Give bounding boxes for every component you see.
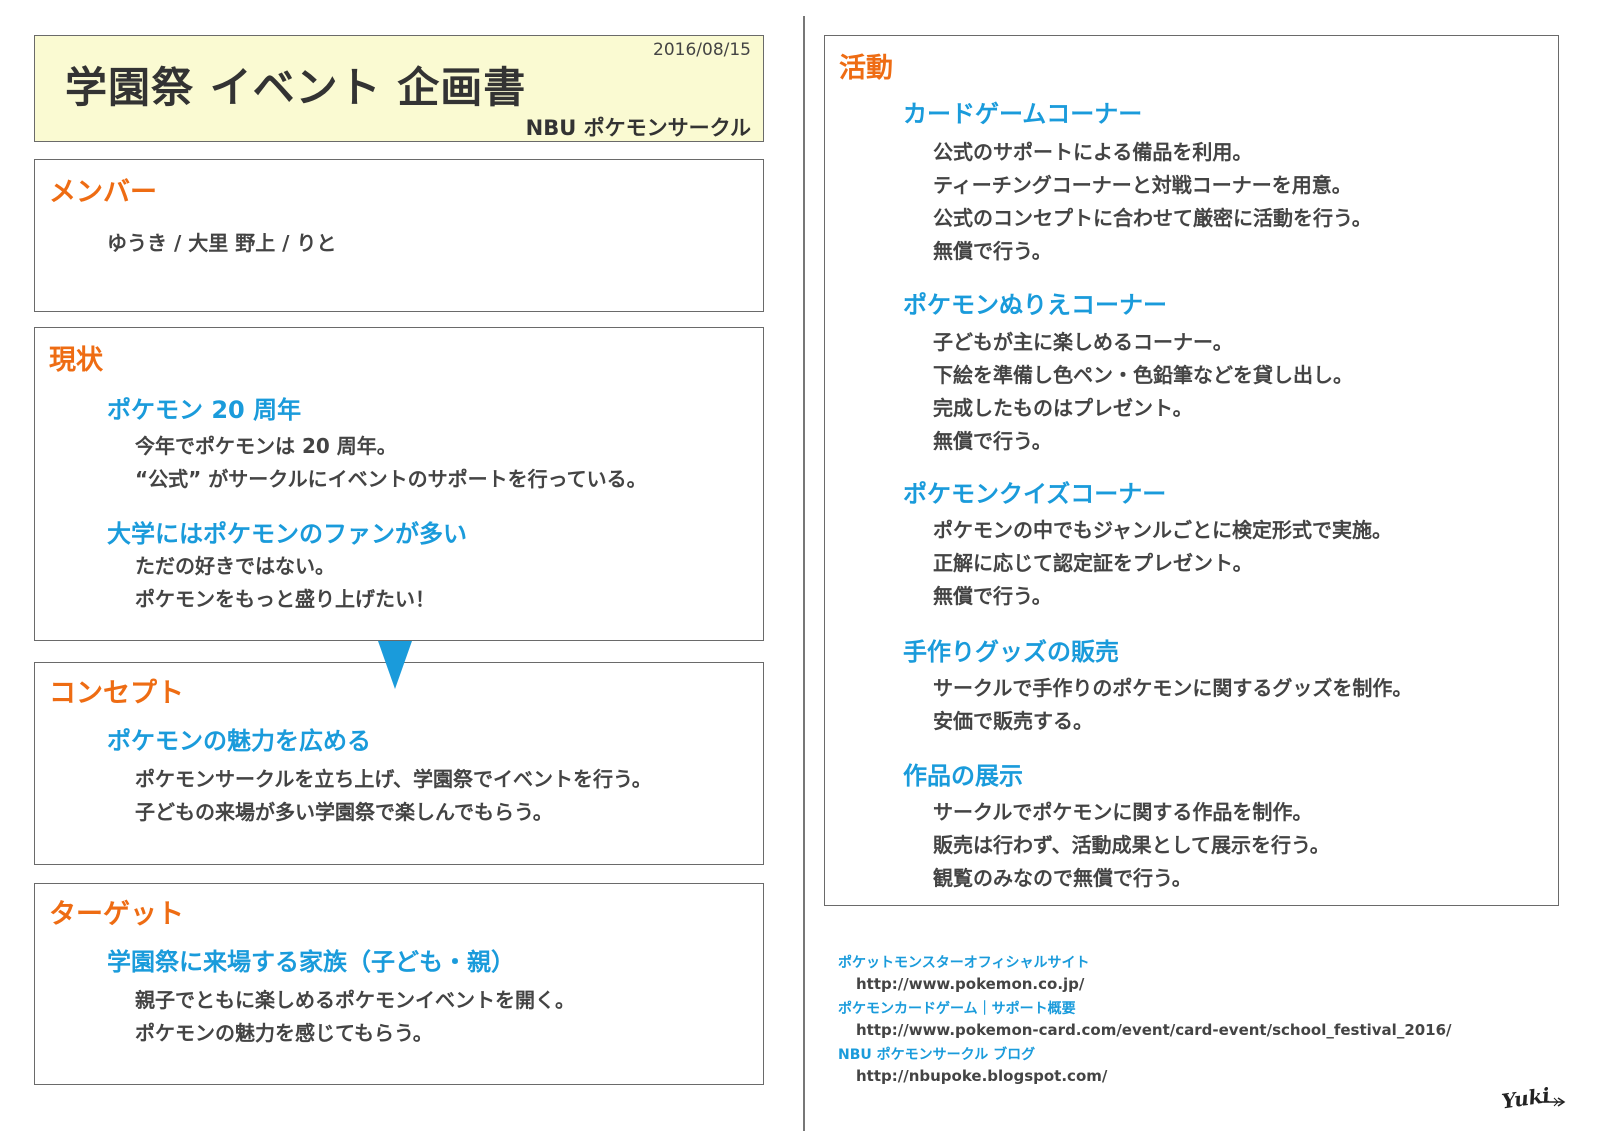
status-line: 今年でポケモンは 20 周年。 [135, 434, 397, 458]
title-box: 学園祭 イベント 企画書 2016/08/15 NBU ポケモンサークル [34, 35, 764, 142]
activities-section: 活動 カードゲームコーナー 公式のサポートによる備品を利用。 ティーチングコーナ… [824, 35, 1559, 906]
members-section: メンバー ゆうき / 大里 野上 / りと [34, 159, 764, 312]
activity-line: 公式のサポートによる備品を利用。 [933, 140, 1253, 164]
organization-name: NBU ポケモンサークル [525, 116, 751, 140]
concept-line: ポケモンサークルを立ち上げ、学園祭でイベントを行う。 [135, 767, 652, 791]
status-line: ポケモンをもっと盛り上げたい！ [135, 587, 435, 611]
reference-title: NBU ポケモンサークル ブログ [838, 1047, 1036, 1063]
activity-line: サークルで手作りのポケモンに関するグッズを制作。 [933, 676, 1413, 700]
status-title: 現状 [49, 345, 103, 376]
target-section: ターゲット 学園祭に来場する家族（子ども・親） 親子でともに楽しめるポケモンイベ… [34, 883, 764, 1085]
activity-heading-exhibit: 作品の展示 [903, 762, 1023, 790]
activity-heading-card-game: カードゲームコーナー [903, 100, 1143, 128]
target-heading: 学園祭に来場する家族（子ども・親） [107, 948, 515, 976]
status-heading-anniversary: ポケモン 20 周年 [107, 396, 302, 424]
activity-line: 完成したものはプレゼント。 [933, 396, 1193, 420]
activity-line: 正解に応じて認定証をプレゼント。 [933, 551, 1253, 575]
target-title: ターゲット [49, 899, 184, 930]
reference-url[interactable]: http://nbupoke.blogspot.com/ [856, 1067, 1107, 1085]
document-date: 2016/08/15 [653, 40, 751, 60]
target-line: ポケモンの魅力を感じてもらう。 [135, 1021, 433, 1045]
reference-title: ポケモンカードゲーム｜サポート概要 [838, 1001, 1076, 1017]
signature-text: Yuki [1500, 1083, 1551, 1114]
members-list: ゆうき / 大里 野上 / りと [107, 231, 337, 255]
activity-line: 無償で行う。 [933, 239, 1052, 263]
activities-title: 活動 [839, 53, 893, 84]
activity-heading-coloring: ポケモンぬりえコーナー [903, 291, 1167, 319]
activity-line: サークルでポケモンに関する作品を制作。 [933, 800, 1313, 824]
column-divider [803, 16, 805, 1131]
concept-line: 子どもの来場が多い学園祭で楽しんでもらう。 [135, 800, 553, 824]
members-title: メンバー [49, 177, 157, 208]
activity-heading-quiz: ポケモンクイズコーナー [903, 480, 1167, 508]
activity-line: 子どもが主に楽しめるコーナー。 [933, 330, 1233, 354]
concept-heading: ポケモンの魅力を広める [107, 727, 371, 755]
activity-line: 販売は行わず、活動成果として展示を行う。 [933, 833, 1330, 857]
flow-arrow-icon [378, 641, 412, 689]
status-section: 現状 ポケモン 20 周年 今年でポケモンは 20 周年。 “公式” がサークル… [34, 327, 764, 641]
signature-mark: Yuki [1500, 1083, 1566, 1114]
reference-url[interactable]: http://www.pokemon.co.jp/ [856, 975, 1084, 993]
page-title: 学園祭 イベント 企画書 [65, 63, 527, 112]
status-line: ただの好きではない。 [135, 554, 335, 578]
concept-section: コンセプト ポケモンの魅力を広める ポケモンサークルを立ち上げ、学園祭でイベント… [34, 662, 764, 865]
reference-title: ポケットモンスターオフィシャルサイト [838, 955, 1090, 971]
activity-line: 下絵を準備し色ペン・色鉛筆などを貸し出し。 [933, 363, 1353, 387]
target-line: 親子でともに楽しめるポケモンイベントを開く。 [135, 988, 575, 1012]
status-heading-fans: 大学にはポケモンのファンが多い [107, 520, 467, 548]
activity-line: 安価で販売する。 [933, 709, 1093, 733]
concept-title: コンセプト [49, 678, 184, 709]
status-line: “公式” がサークルにイベントのサポートを行っている。 [135, 467, 647, 491]
activity-line: 公式のコンセプトに合わせて厳密に活動を行う。 [933, 206, 1372, 230]
activity-line: ティーチングコーナーと対戦コーナーを用意。 [933, 173, 1352, 197]
activity-line: 観覧のみなので無償で行う。 [933, 866, 1192, 890]
activity-line: 無償で行う。 [933, 429, 1052, 453]
activity-line: 無償で行う。 [933, 584, 1052, 608]
reference-url[interactable]: http://www.pokemon-card.com/event/card-e… [856, 1021, 1452, 1039]
activity-line: ポケモンの中でもジャンルごとに検定形式で実施。 [933, 518, 1392, 542]
activity-heading-goods: 手作りグッズの販売 [903, 638, 1119, 666]
